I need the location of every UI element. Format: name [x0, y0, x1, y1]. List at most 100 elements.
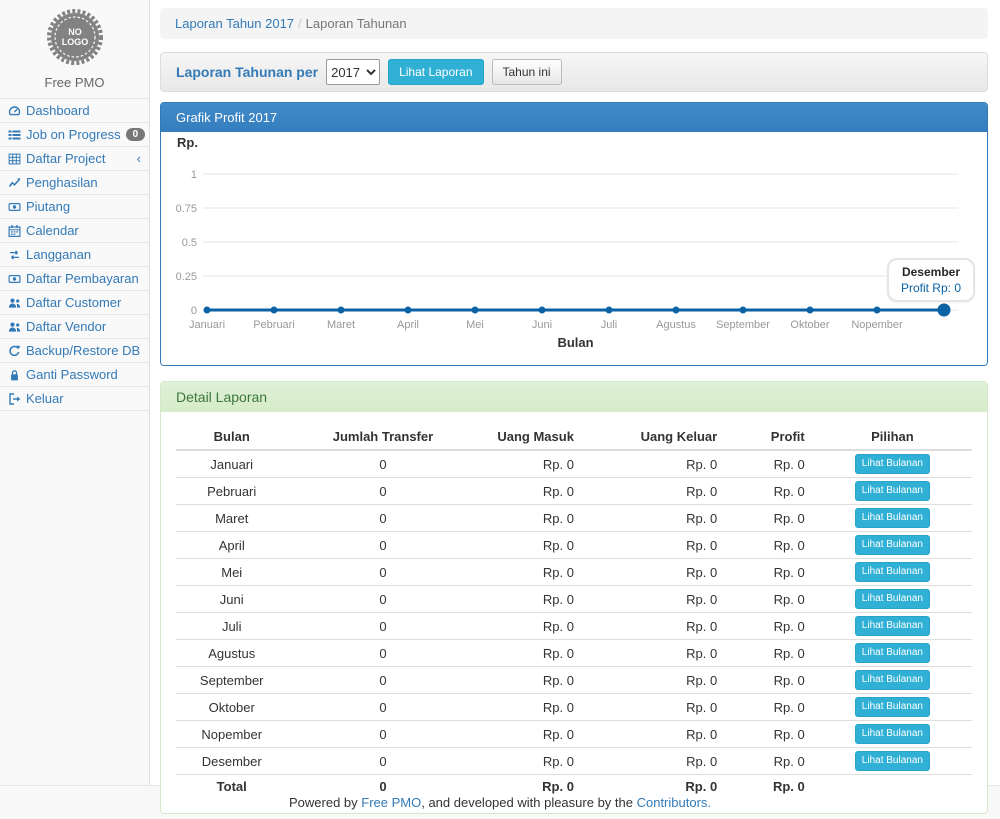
- cell: Rp. 0: [725, 667, 813, 694]
- lihat-bulanan-button[interactable]: Lihat Bulanan: [855, 481, 930, 501]
- sidebar-item-label: Job on Progress: [26, 127, 121, 142]
- lihat-bulanan-button[interactable]: Lihat Bulanan: [855, 508, 930, 528]
- sidebar-item-backup-restore-db[interactable]: Backup/Restore DB: [0, 339, 149, 363]
- lihat-bulanan-button[interactable]: Lihat Bulanan: [855, 616, 930, 636]
- table-row: September0Rp. 0Rp. 0Rp. 0Lihat Bulanan: [176, 667, 972, 694]
- chevron-left-icon: ‹: [137, 151, 141, 166]
- column-header: Uang Keluar: [582, 424, 725, 450]
- lihat-bulanan-button[interactable]: Lihat Bulanan: [855, 535, 930, 555]
- cell: Januari: [176, 450, 287, 478]
- sidebar-item-keluar[interactable]: Keluar: [0, 387, 149, 411]
- column-header: Pilihan: [813, 424, 972, 450]
- lihat-bulanan-button[interactable]: Lihat Bulanan: [855, 751, 930, 771]
- cell: Juli: [176, 613, 287, 640]
- detail-panel-title: Detail Laporan: [161, 382, 987, 412]
- sidebar-item-label: Daftar Vendor: [26, 319, 106, 334]
- sidebar-item-piutang[interactable]: Piutang: [0, 195, 149, 219]
- table-row: Juni0Rp. 0Rp. 0Rp. 0Lihat Bulanan: [176, 586, 972, 613]
- sidebar-item-daftar-pembayaran[interactable]: Daftar Pembayaran: [0, 267, 149, 291]
- lihat-bulanan-button[interactable]: Lihat Bulanan: [855, 454, 930, 474]
- users-icon: [8, 297, 21, 309]
- cell: Rp. 0: [478, 613, 581, 640]
- svg-text:Rp.: Rp.: [177, 135, 198, 150]
- cell: Rp. 0: [725, 640, 813, 667]
- dashboard-icon: [8, 105, 21, 117]
- svg-text:Oktober: Oktober: [790, 319, 829, 331]
- cell: 0: [287, 532, 478, 559]
- lihat-bulanan-button[interactable]: Lihat Bulanan: [855, 589, 930, 609]
- cell: 0: [287, 721, 478, 748]
- cell: Lihat Bulanan: [813, 532, 972, 559]
- sidebar-item-label: Dashboard: [26, 103, 90, 118]
- lihat-bulanan-button[interactable]: Lihat Bulanan: [855, 643, 930, 663]
- column-header: Uang Masuk: [478, 424, 581, 450]
- table-row: Oktober0Rp. 0Rp. 0Rp. 0Lihat Bulanan: [176, 694, 972, 721]
- sidebar-item-calendar[interactable]: Calendar: [0, 219, 149, 243]
- svg-text:0.25: 0.25: [176, 271, 197, 283]
- svg-text:Bulan: Bulan: [557, 335, 593, 350]
- svg-text:LOGO: LOGO: [61, 37, 88, 47]
- chart-tooltip: Desember Profit Rp: 0: [887, 258, 975, 302]
- money-icon: [8, 273, 21, 285]
- cell: Lihat Bulanan: [813, 478, 972, 505]
- lihat-bulanan-button[interactable]: Lihat Bulanan: [855, 697, 930, 717]
- profit-line-chart-svg[interactable]: 00.250.50.751JanuariPebruariMaretAprilMe…: [169, 132, 979, 354]
- chart-panel-title: Grafik Profit 2017: [161, 103, 987, 132]
- cell: Rp. 0: [478, 667, 581, 694]
- column-header: Jumlah Transfer: [287, 424, 478, 450]
- cell: Rp. 0: [478, 694, 581, 721]
- cell: Rp. 0: [582, 640, 725, 667]
- table-row: Desember0Rp. 0Rp. 0Rp. 0Lihat Bulanan: [176, 748, 972, 775]
- cell: 0: [287, 559, 478, 586]
- table-row: Mei0Rp. 0Rp. 0Rp. 0Lihat Bulanan: [176, 559, 972, 586]
- table-icon: [8, 153, 21, 165]
- sidebar-item-daftar-project[interactable]: Daftar Project ‹: [0, 147, 149, 171]
- lihat-laporan-button[interactable]: Lihat Laporan: [388, 59, 483, 86]
- brand-block[interactable]: NO LOGO Free PMO: [0, 0, 149, 99]
- sidebar-item-langganan[interactable]: Langganan: [0, 243, 149, 267]
- cell: Rp. 0: [582, 721, 725, 748]
- footer-brand-link[interactable]: Free PMO: [361, 795, 421, 810]
- cell: Lihat Bulanan: [813, 748, 972, 775]
- sidebar-item-label: Calendar: [26, 223, 79, 238]
- task-list-icon: [8, 129, 21, 141]
- sidebar-item-daftar-customer[interactable]: Daftar Customer: [0, 291, 149, 315]
- cell: 0: [287, 450, 478, 478]
- cell: Lihat Bulanan: [813, 640, 972, 667]
- cell: Desember: [176, 748, 287, 775]
- tooltip-value: Profit Rp: 0: [901, 281, 961, 295]
- sidebar-item-daftar-vendor[interactable]: Daftar Vendor: [0, 315, 149, 339]
- cell: Agustus: [176, 640, 287, 667]
- cell: 0: [287, 748, 478, 775]
- cell: Pebruari: [176, 478, 287, 505]
- sidebar-item-ganti-password[interactable]: Ganti Password: [0, 363, 149, 387]
- year-select[interactable]: 2017: [326, 59, 380, 85]
- sidebar-item-dashboard[interactable]: Dashboard: [0, 99, 149, 123]
- cell: Rp. 0: [725, 532, 813, 559]
- sidebar-item-penghasilan[interactable]: Penghasilan: [0, 171, 149, 195]
- profit-chart: 00.250.50.751JanuariPebruariMaretAprilMe…: [161, 132, 987, 365]
- tahun-ini-button[interactable]: Tahun ini: [492, 59, 562, 86]
- breadcrumb: Laporan Tahun 2017/Laporan Tahunan: [160, 8, 988, 39]
- cell: April: [176, 532, 287, 559]
- cell: Rp. 0: [725, 586, 813, 613]
- sidebar-item-job-on-progress[interactable]: Job on Progress 0: [0, 123, 149, 147]
- svg-text:Nopember: Nopember: [851, 319, 903, 331]
- exchange-icon: [8, 249, 21, 261]
- lihat-bulanan-button[interactable]: Lihat Bulanan: [855, 562, 930, 582]
- footer-contributors-link[interactable]: Contributors.: [637, 795, 711, 810]
- sidebar-item-label: Backup/Restore DB: [26, 343, 140, 358]
- table-row: Nopember0Rp. 0Rp. 0Rp. 0Lihat Bulanan: [176, 721, 972, 748]
- sidebar-item-label: Ganti Password: [26, 367, 118, 382]
- lihat-bulanan-button[interactable]: Lihat Bulanan: [855, 724, 930, 744]
- lihat-bulanan-button[interactable]: Lihat Bulanan: [855, 670, 930, 690]
- svg-text:1: 1: [191, 169, 197, 181]
- breadcrumb-link-laporan-tahun[interactable]: Laporan Tahun 2017: [175, 16, 294, 31]
- detail-laporan-panel: Detail Laporan BulanJumlah TransferUang …: [160, 381, 988, 814]
- cell: 0: [287, 694, 478, 721]
- cell: Rp. 0: [725, 775, 813, 799]
- cell: Rp. 0: [582, 613, 725, 640]
- cell: 0: [287, 478, 478, 505]
- table-row: Juli0Rp. 0Rp. 0Rp. 0Lihat Bulanan: [176, 613, 972, 640]
- cell: Total: [176, 775, 287, 799]
